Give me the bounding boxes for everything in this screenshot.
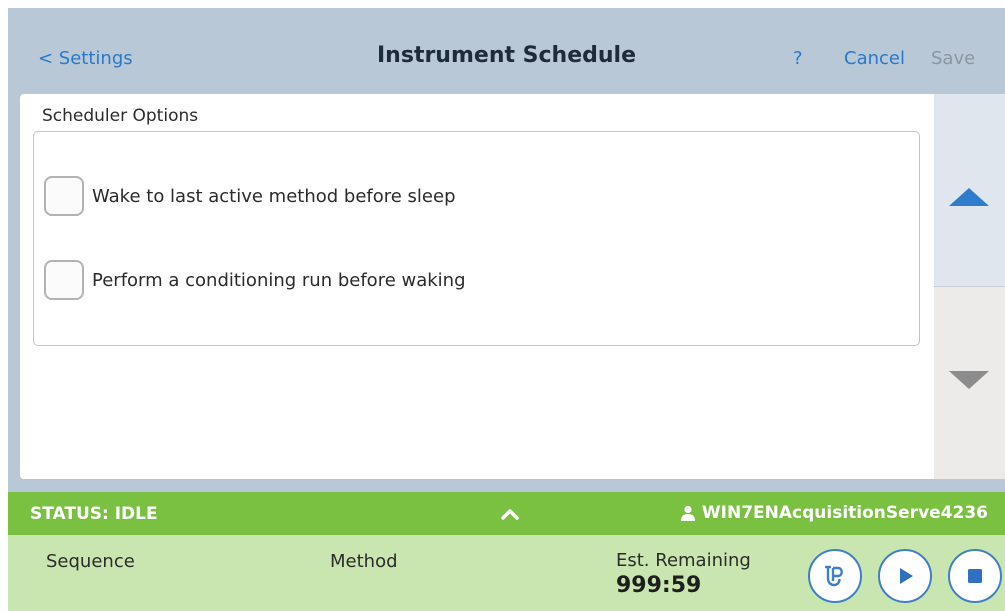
- play-button[interactable]: [878, 549, 932, 603]
- back-to-settings-link[interactable]: < Settings: [38, 48, 133, 69]
- section-title: Scheduler Options: [42, 106, 199, 126]
- run-info-panel: Sequence Method Est. Remaining 999:59: [8, 535, 1005, 611]
- conditioning-checkbox[interactable]: [44, 260, 84, 300]
- wake-option-label: Wake to last active method before sleep: [92, 185, 456, 207]
- wake-checkbox[interactable]: [44, 176, 84, 216]
- save-button[interactable]: Save: [931, 48, 975, 69]
- page-scroller: [934, 94, 1005, 479]
- user-icon: [680, 505, 695, 521]
- scroll-up-button[interactable]: [934, 94, 1005, 287]
- scroll-down-button[interactable]: [934, 287, 1005, 479]
- triangle-up-icon: [949, 188, 989, 206]
- expand-status-button[interactable]: [495, 499, 525, 529]
- method-label: Method: [330, 551, 398, 572]
- triangle-down-icon: [949, 371, 989, 389]
- play-icon: [900, 568, 913, 584]
- scheduler-options-group: Wake to last active method before sleep …: [33, 131, 920, 346]
- header-bar: < Settings Instrument Schedule ? Cancel …: [8, 8, 1005, 94]
- option-conditioning-run[interactable]: Perform a conditioning run before waking: [44, 258, 466, 302]
- help-button[interactable]: ?: [793, 48, 803, 69]
- status-bar: STATUS: IDLE WIN7ENAcquisitionServe4236: [8, 492, 1005, 535]
- user-indicator: WIN7ENAcquisitionServe4236: [680, 503, 988, 523]
- stop-button[interactable]: [948, 549, 1002, 603]
- conditioning-option-label: Perform a conditioning run before waking: [92, 269, 466, 291]
- est-remaining-label: Est. Remaining: [616, 550, 751, 571]
- est-remaining-value: 999:59: [616, 573, 702, 598]
- status-text: STATUS: IDLE: [30, 504, 158, 524]
- stop-icon: [968, 569, 982, 583]
- sequence-label: Sequence: [46, 551, 135, 572]
- chevron-up-icon: [501, 509, 519, 520]
- cancel-button[interactable]: Cancel: [844, 48, 905, 69]
- content-panel: Scheduler Options Wake to last active me…: [20, 94, 934, 479]
- user-name: WIN7ENAcquisitionServe4236: [701, 503, 988, 523]
- vial-button[interactable]: [808, 549, 862, 603]
- app-frame: < Settings Instrument Schedule ? Cancel …: [8, 8, 1005, 611]
- vial-icon: [825, 565, 843, 587]
- option-wake-to-last-method[interactable]: Wake to last active method before sleep: [44, 174, 456, 218]
